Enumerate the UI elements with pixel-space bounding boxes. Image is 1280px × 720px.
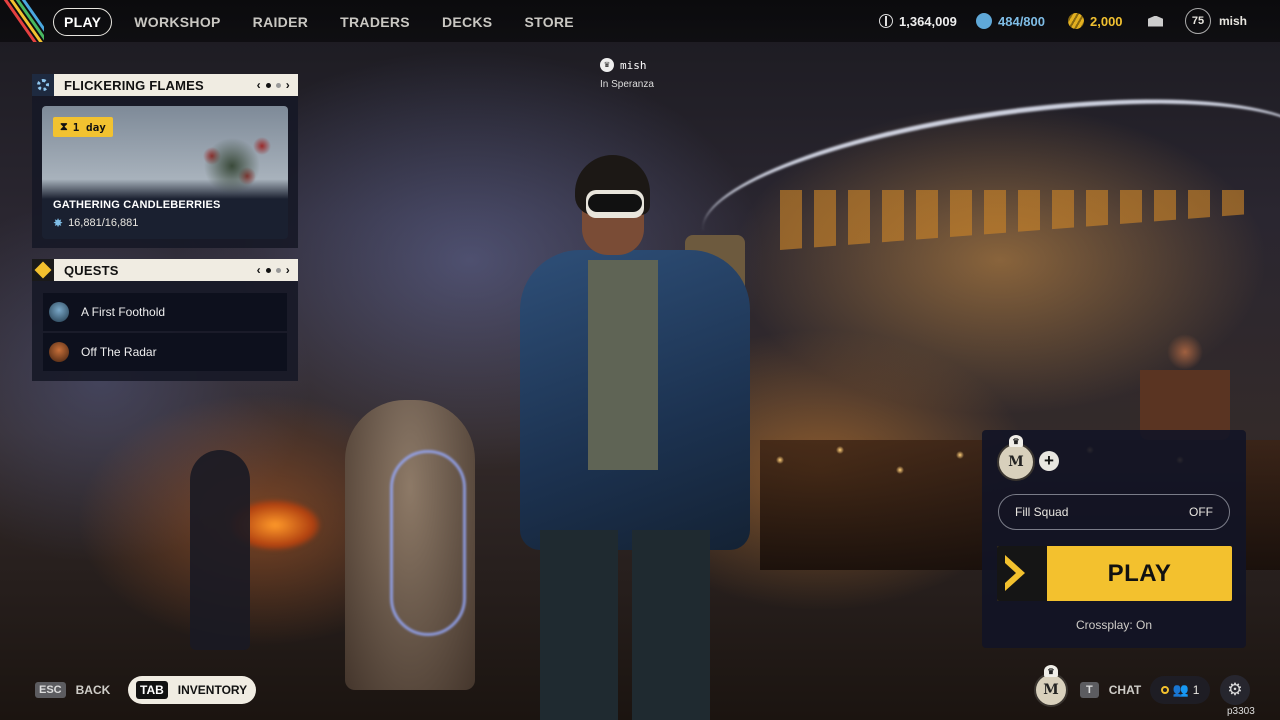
bartender-figure: [1140, 330, 1230, 440]
profile-avatar[interactable]: ♛ M: [1034, 665, 1068, 707]
quests-pager: ‹ ›: [257, 259, 290, 281]
coins-value: 1,364,009: [899, 13, 957, 29]
nav-workshop[interactable]: WORKSHOP: [118, 9, 236, 35]
mail-icon: [1148, 15, 1163, 27]
event-card[interactable]: ⧗ 1 day GATHERING CANDLEBERRIES ✸ 16,881…: [42, 106, 288, 239]
pager-prev-icon[interactable]: ‹: [257, 78, 261, 92]
quest-label: Off The Radar: [81, 345, 157, 359]
player-character: [500, 150, 760, 720]
nav-play[interactable]: PLAY: [53, 8, 113, 36]
quest-diamond-icon: [32, 259, 54, 281]
credits-value: 2,000: [1090, 13, 1123, 29]
nav-traders[interactable]: TRADERS: [324, 9, 426, 35]
nameplate-location: In Speranza: [600, 79, 654, 90]
crown-icon: ♛: [1044, 665, 1058, 677]
event-panel-header: FLICKERING FLAMES ‹ ›: [32, 74, 298, 96]
back-label: BACK: [75, 683, 111, 697]
gear-flame-icon: [32, 74, 54, 96]
nameplate-name: mish: [620, 58, 647, 72]
fill-squad-label: Fill Squad: [1015, 505, 1069, 519]
quest-item[interactable]: A First Foothold: [43, 293, 287, 331]
pager-next-icon[interactable]: ›: [286, 78, 290, 92]
player-nameplate: ♛ mish In Speranza: [600, 58, 670, 90]
crown-icon: ♛: [600, 58, 614, 72]
background-figure: [190, 450, 250, 650]
event-progress-value: 16,881/16,881: [68, 217, 139, 229]
hourglass-icon: ⧗: [60, 120, 68, 133]
squad-count: 1: [1192, 683, 1200, 697]
invite-squad-button[interactable]: +: [1039, 451, 1059, 471]
t-key: T: [1080, 682, 1099, 698]
event-timer: ⧗ 1 day: [53, 117, 113, 137]
stash-icon: [976, 13, 992, 29]
ceiling-light-ring: [692, 67, 1280, 308]
stash-display[interactable]: 484/800: [976, 0, 1045, 42]
tab-key: TAB: [136, 681, 168, 699]
pager-next-icon[interactable]: ›: [286, 263, 290, 277]
play-button-label: PLAY: [1107, 560, 1172, 587]
inventory-button[interactable]: TAB INVENTORY: [128, 676, 256, 704]
event-progress: ✸ 16,881/16,881: [53, 216, 138, 230]
quest-label: A First Foothold: [81, 305, 166, 319]
coins-display[interactable]: 1,364,009: [879, 0, 957, 42]
coin-stack-icon: [879, 14, 893, 28]
pager-prev-icon[interactable]: ‹: [257, 263, 261, 277]
event-card-title: GATHERING CANDLEBERRIES: [53, 199, 221, 211]
main-nav: PLAY WORKSHOP RAIDER TRADERS DECKS STORE: [53, 8, 590, 36]
profile-button[interactable]: 75 mish: [1185, 0, 1247, 42]
gear-icon: ⚙: [1227, 680, 1243, 699]
credits-display[interactable]: 2,000: [1068, 0, 1123, 42]
build-version: p3303: [1227, 706, 1255, 717]
nav-decks[interactable]: DECKS: [426, 9, 509, 35]
draped-statue: [345, 400, 475, 690]
chat-label: CHAT: [1108, 683, 1142, 697]
mail-button[interactable]: [1148, 0, 1163, 42]
player-name: mish: [1219, 14, 1248, 28]
chat-button[interactable]: T CHAT: [1080, 676, 1141, 704]
settings-button[interactable]: ⚙: [1220, 675, 1250, 705]
top-nav-bar: PLAY WORKSHOP RAIDER TRADERS DECKS STORE…: [0, 0, 1280, 42]
esc-key: ESC: [35, 682, 66, 698]
stash-value: 484/800: [998, 13, 1045, 29]
nav-raider[interactable]: RAIDER: [237, 9, 324, 35]
inventory-label: INVENTORY: [177, 683, 248, 697]
event-panel-title: FLICKERING FLAMES: [64, 77, 204, 93]
people-icon: 👥: [1172, 682, 1189, 697]
squad-leader-avatar[interactable]: ♛ M: [997, 435, 1035, 481]
quest-item[interactable]: Off The Radar: [43, 333, 287, 371]
fill-squad-value: OFF: [1189, 505, 1213, 519]
nav-store[interactable]: STORE: [508, 9, 589, 35]
fill-squad-toggle[interactable]: Fill Squad OFF: [998, 494, 1230, 530]
crown-icon: ♛: [1009, 435, 1023, 447]
quests-panel-title: QUESTS: [64, 262, 119, 278]
crossplay-status: Crossplay: On: [1075, 618, 1153, 632]
quest-avatar: [49, 302, 69, 322]
back-button[interactable]: ESC BACK: [35, 676, 110, 704]
quest-avatar: [49, 342, 69, 362]
status-dot-icon: [1160, 686, 1169, 694]
level-badge: 75: [1185, 8, 1211, 34]
gear-icon: ✸: [53, 216, 64, 230]
event-pager: ‹ ›: [257, 74, 290, 96]
event-timer-text: 1 day: [72, 120, 106, 134]
credits-icon: [1068, 13, 1084, 29]
play-button[interactable]: PLAY: [997, 546, 1232, 601]
rainbow-stripe-logo: [0, 0, 44, 42]
squad-button[interactable]: 👥 1: [1150, 676, 1210, 704]
quests-panel-header: QUESTS ‹ ›: [32, 259, 298, 281]
play-arrow-icon: [997, 546, 1047, 601]
